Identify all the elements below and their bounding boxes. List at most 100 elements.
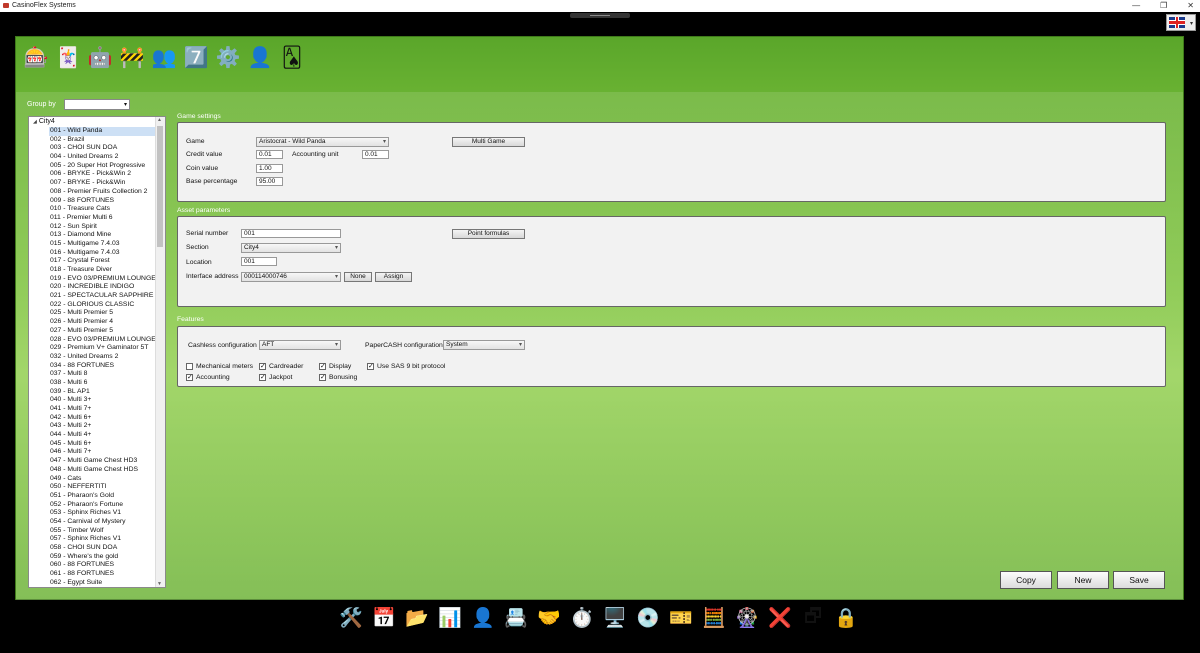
cardreader-checkbox[interactable]: ✓ Cardreader [259, 363, 303, 370]
checkmark-icon[interactable]: ✓ [259, 374, 266, 381]
checkmark-icon[interactable]: ✓ [319, 374, 326, 381]
save-button[interactable]: Save [1113, 571, 1165, 589]
tree-item[interactable]: 052 - Pharaon's Fortune [49, 501, 155, 510]
game-select[interactable]: Aristocrat - Wild Panda ▾ [256, 137, 389, 147]
gaming-robot-icon[interactable]: 🤖 [87, 43, 113, 71]
card-table-icon[interactable]: 🃏 [55, 43, 81, 71]
use-sas-9-bit-checkbox[interactable]: ✓ Use SAS 9 bit protocol [367, 363, 445, 370]
calculator-icon[interactable]: 🧮 [701, 604, 727, 632]
restore-icon[interactable]: ❐ [1160, 1, 1167, 10]
tree-item[interactable]: 061 - 88 FORTUNES [49, 570, 155, 579]
coin-value-field[interactable]: 1.00 [256, 164, 283, 173]
tree-item[interactable]: 053 - Sphinx Riches V1 [49, 509, 155, 518]
tree-item[interactable]: 004 - United Dreams 2 [49, 153, 155, 162]
tree-item[interactable]: 042 - Multi 6+ [49, 414, 155, 423]
checkbox-box[interactable] [186, 363, 193, 370]
tree-item[interactable]: 027 - Multi Premier 5 [49, 327, 155, 336]
section-select[interactable]: City4 ▾ [241, 243, 341, 253]
tree-item[interactable]: 002 - Brazil [49, 136, 155, 145]
tree-item[interactable]: 015 - Multigame 7.4.03 [49, 240, 155, 249]
tree-item[interactable]: 022 - GLORIOUS CLASSIC [49, 301, 155, 310]
tree-item[interactable]: 025 - Multi Premier 5 [49, 309, 155, 318]
location-field[interactable]: 001 [241, 257, 277, 266]
accounting-checkbox[interactable]: ✓ Accounting [186, 374, 230, 381]
gear-icon[interactable]: ⚙️ [215, 43, 241, 71]
checkmark-icon[interactable]: ✓ [259, 363, 266, 370]
users-icon[interactable]: 👥 [151, 43, 177, 71]
new-button[interactable]: New [1057, 571, 1109, 589]
tree-item[interactable]: 009 - 88 FORTUNES [49, 197, 155, 206]
copy-button[interactable]: Copy [1000, 571, 1052, 589]
serial-number-field[interactable]: 001 [241, 229, 341, 238]
tree-item[interactable]: 007 - BRYKE - Pick&Win [49, 179, 155, 188]
scroll-down-icon[interactable]: ▼ [157, 581, 162, 587]
tree-item[interactable]: 019 - EVO 03/PREMIUM LOUNGE/ [49, 275, 155, 284]
tree-item[interactable]: 054 - Carnival of Mystery [49, 518, 155, 527]
tree-item[interactable]: 010 - Treasure Cats [49, 205, 155, 214]
tree-item[interactable]: 032 - United Dreams 2 [49, 353, 155, 362]
cashless-configuration-select[interactable]: AFT ▾ [259, 340, 341, 350]
tree-item[interactable]: 062 - Egypt Suite [49, 579, 155, 587]
tree-item[interactable]: 055 - Timber Wolf [49, 527, 155, 536]
multi-game-button[interactable]: Multi Game [452, 137, 525, 147]
tree-item[interactable]: 008 - Premier Fruits Collection 2 [49, 188, 155, 197]
tree-item[interactable]: 016 - Multigame 7.4.03 [49, 249, 155, 258]
tree-item[interactable]: 058 - CHOI SUN DOA [49, 544, 155, 553]
accounting-unit-field[interactable]: 0.01 [362, 150, 389, 159]
contact-card-icon[interactable]: 📇 [503, 604, 529, 632]
fence-icon[interactable]: 🚧 [119, 43, 145, 71]
database-icon[interactable]: 💿 [635, 604, 661, 632]
tree-item[interactable]: 060 - 88 FORTUNES [49, 561, 155, 570]
tree-item[interactable]: 018 - Treasure Diver [49, 266, 155, 275]
tree-item[interactable]: 048 - Multi Game Chest HDS [49, 466, 155, 475]
tree-item[interactable]: 038 - Multi 6 [49, 379, 155, 388]
user-icon[interactable]: 👤 [247, 43, 273, 71]
checkmark-icon[interactable]: ✓ [186, 374, 193, 381]
language-selector[interactable]: ▾ [1166, 14, 1196, 31]
papercash-configuration-select[interactable]: System ▾ [443, 340, 525, 350]
tree-item[interactable]: 021 - SPECTACULAR SAPPHIRE [49, 292, 155, 301]
tree-item[interactable]: 005 - 20 Super Hot Progressive [49, 162, 155, 171]
machine-tree[interactable]: ◢ City4 001 - Wild Panda 002 - Brazil 003 -… [28, 116, 166, 588]
tools-icon[interactable]: 🛠️ [338, 604, 364, 632]
tree-item[interactable]: 001 - Wild Panda [49, 127, 155, 136]
tree-item[interactable]: 045 - Multi 6+ [49, 440, 155, 449]
lock-document-icon[interactable]: 🔒 [833, 604, 859, 632]
collapse-icon[interactable]: ◢ [33, 119, 37, 125]
tree-item[interactable]: 020 - INCREDIBLE INDIGO [49, 283, 155, 292]
speedometer-icon[interactable]: ⏱️ [569, 604, 595, 632]
tree-item[interactable]: 026 - Multi Premier 4 [49, 318, 155, 327]
close-icon[interactable]: ✕ [1187, 1, 1194, 10]
roulette-icon[interactable]: 🎡 [734, 604, 760, 632]
tree-scrollbar[interactable]: ▲ ▼ [155, 117, 165, 587]
tree-item[interactable]: 040 - Multi 3+ [49, 396, 155, 405]
exit-icon[interactable]: ❌ [767, 604, 793, 632]
tree-item[interactable]: 049 - Cats [49, 475, 155, 484]
tree-item[interactable]: 051 - Pharaon's Gold [49, 492, 155, 501]
tree-item[interactable]: 013 - Diamond Mine [49, 231, 155, 240]
ticket-icon[interactable]: 🎫 [668, 604, 694, 632]
none-button[interactable]: None [344, 272, 372, 282]
tree-item[interactable]: 046 - Multi 7+ [49, 448, 155, 457]
tree-item[interactable]: 039 - BL AP1 [49, 388, 155, 397]
windows-icon[interactable]: 🗗 [800, 604, 826, 632]
assign-button[interactable]: Assign [375, 272, 412, 282]
settings-screen-icon[interactable]: 🖥️ [602, 604, 628, 632]
credit-value-field[interactable]: 0.01 [256, 150, 283, 159]
base-percentage-field[interactable]: 95.00 [256, 177, 283, 186]
scroll-up-icon[interactable]: ▲ [157, 117, 162, 123]
tree-item[interactable]: 059 - Where's the gold [49, 553, 155, 562]
display-checkbox[interactable]: ✓ Display [319, 363, 351, 370]
tree-item[interactable]: 057 - Sphinx Riches V1 [49, 535, 155, 544]
tree-item[interactable]: 044 - Multi 4+ [49, 431, 155, 440]
minimize-icon[interactable]: — [1132, 1, 1140, 10]
documents-icon[interactable]: 📂 [404, 604, 430, 632]
tree-item[interactable]: 006 - BRYKE - Pick&Win 2 [49, 170, 155, 179]
handshake-icon[interactable]: 🤝 [536, 604, 562, 632]
scroll-thumb[interactable] [157, 126, 163, 247]
calendar-icon[interactable]: 📅 [371, 604, 397, 632]
interface-address-select[interactable]: 000114000746 ▾ [241, 272, 341, 282]
group-by-select[interactable]: ▾ [64, 99, 130, 110]
tree-item[interactable]: 028 - EVO 03/PREMIUM LOUNGE/ [49, 336, 155, 345]
tree-item[interactable]: 017 - Crystal Forest [49, 257, 155, 266]
